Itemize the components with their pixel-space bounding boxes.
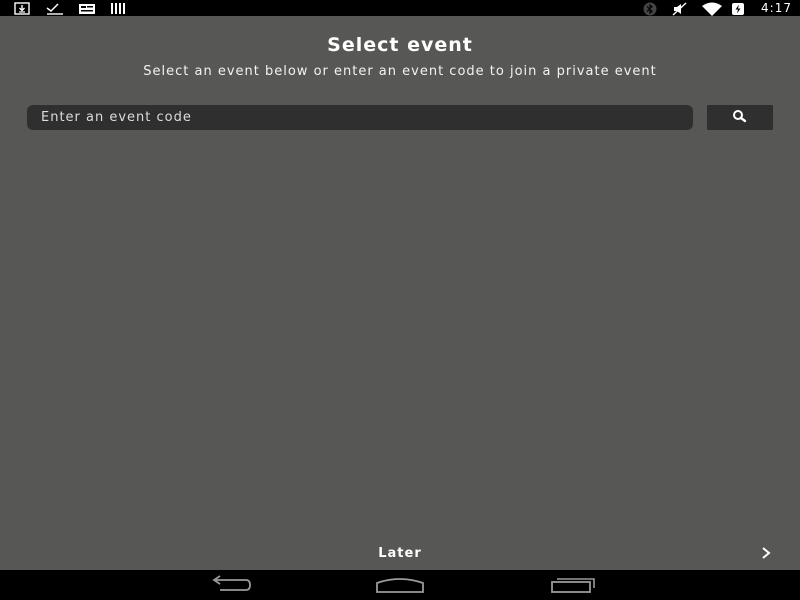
recent-apps-icon bbox=[549, 575, 597, 597]
search-icon bbox=[730, 108, 750, 127]
chevron-right-icon bbox=[760, 545, 772, 564]
download-icon bbox=[14, 1, 32, 15]
nav-bar bbox=[0, 570, 800, 600]
recent-apps-button[interactable] bbox=[548, 575, 598, 597]
back-icon bbox=[206, 575, 252, 597]
home-button[interactable] bbox=[375, 575, 425, 597]
page-subtitle: Select an event below or enter an event … bbox=[143, 64, 657, 79]
event-code-input[interactable] bbox=[27, 105, 693, 130]
message-icon bbox=[78, 2, 96, 15]
bluetooth-icon bbox=[641, 2, 659, 15]
mute-icon bbox=[671, 1, 689, 16]
battery-icon bbox=[731, 2, 749, 15]
check-icon bbox=[46, 2, 64, 15]
back-button[interactable] bbox=[204, 575, 254, 597]
search-button[interactable] bbox=[707, 105, 773, 130]
wifi-icon bbox=[701, 2, 723, 16]
next-button[interactable] bbox=[756, 544, 776, 564]
status-bar: 4:17 bbox=[0, 0, 800, 16]
status-time: 4:17 bbox=[761, 1, 792, 15]
storage-icon bbox=[110, 2, 128, 15]
status-right-icons: 4:17 bbox=[641, 0, 792, 16]
screen: 4:17 Select event Select an event below … bbox=[0, 0, 800, 600]
page-title: Select event bbox=[327, 34, 473, 56]
later-button[interactable]: Later bbox=[340, 544, 460, 564]
status-left-icons bbox=[14, 1, 128, 15]
event-code-field[interactable] bbox=[27, 105, 693, 130]
home-icon bbox=[375, 575, 425, 597]
